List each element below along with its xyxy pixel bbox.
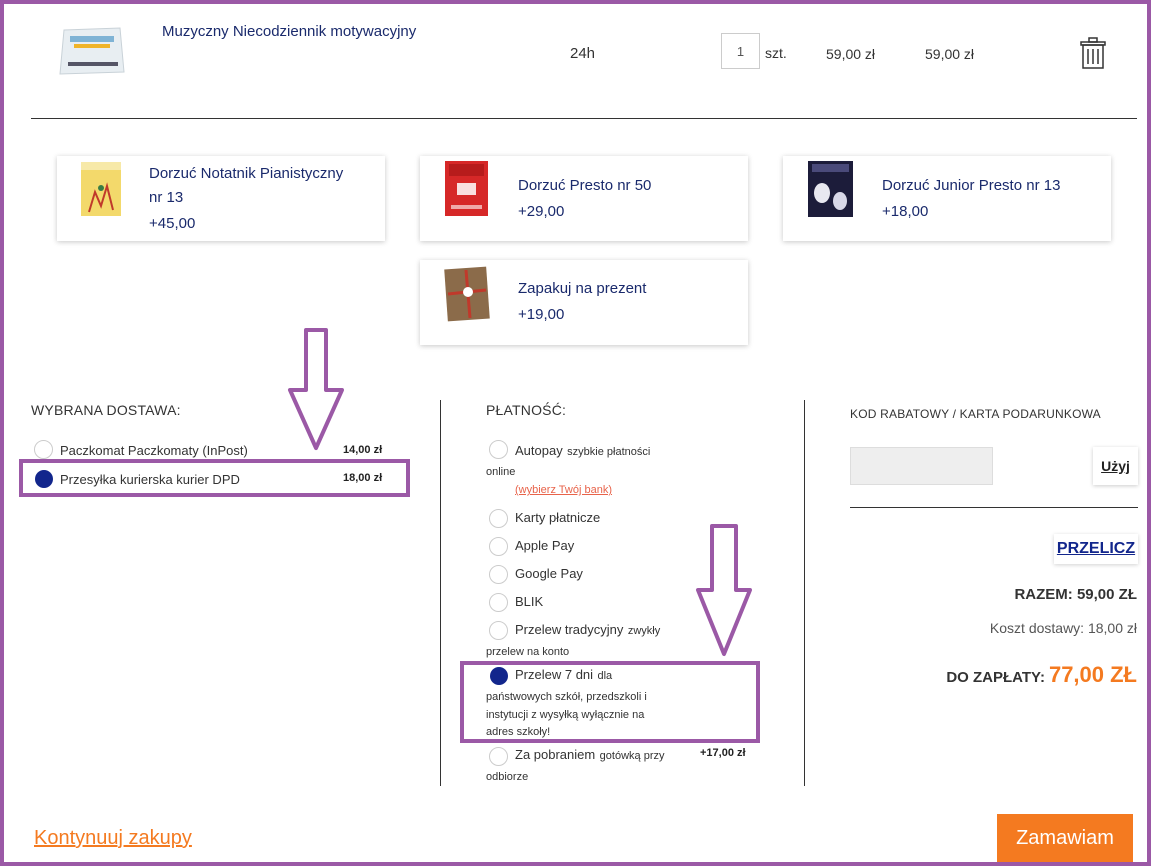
addon-card-presto-50[interactable]: Dorzuć Presto nr 50 +29,00: [420, 156, 748, 241]
payment-radio-cod[interactable]: [489, 747, 508, 766]
choose-bank-link[interactable]: (wybierz Twój bank): [515, 484, 612, 496]
column-divider: [804, 400, 805, 786]
payment-option-price: +17,00 zł: [700, 747, 746, 759]
delivery-time: 24h: [570, 45, 596, 62]
continue-shopping-link[interactable]: Kontynuuj zakupy: [34, 827, 192, 850]
addon-card-junior-presto[interactable]: Dorzuć Junior Presto nr 13 +18,00: [783, 156, 1111, 241]
trash-icon[interactable]: [1079, 37, 1107, 69]
payment-option-label: Przelew 7 dni: [515, 667, 594, 682]
payment-radio-transfer-7-days[interactable]: [490, 667, 508, 685]
divider: [850, 507, 1138, 508]
product-name[interactable]: Muzyczny Niecodziennik motywacyjny: [162, 23, 416, 40]
payment-heading: PŁATNOŚĆ:: [486, 402, 567, 418]
line-total-price: 59,00 zł: [925, 46, 975, 62]
payment-option-transfer[interactable]: Przelew tradycyjny zwykły: [515, 620, 660, 641]
quantity-unit: szt.: [765, 45, 787, 61]
payment-radio-transfer[interactable]: [489, 621, 508, 640]
column-divider: [440, 400, 441, 786]
discount-code-heading: KOD RABATOWY / KARTA PODARUNKOWA: [850, 407, 1101, 421]
delivery-option-price: 14,00 zł: [343, 444, 383, 456]
addon-price: +45,00: [149, 215, 196, 232]
annotation-frame: [0, 0, 1151, 866]
payment-option-label[interactable]: Karty płatnicze: [515, 508, 600, 528]
payment-option-label[interactable]: Google Pay: [515, 564, 583, 584]
amount-due-label: DO ZAPŁATY:: [946, 669, 1045, 686]
payment-option-label: Za pobraniem: [515, 747, 596, 762]
annotation-arrow-icon: [696, 524, 752, 656]
addon-price: +29,00: [518, 203, 565, 220]
subtotal-label: RAZEM: 59,00 ZŁ: [1014, 586, 1137, 603]
payment-radio-blik[interactable]: [489, 593, 508, 612]
payment-option-label: Autopay: [515, 443, 563, 458]
payment-option-sub: gotówką przy: [599, 750, 665, 762]
annotation-arrow-icon: [288, 328, 344, 450]
payment-option-sub: odbiorze: [486, 771, 529, 783]
product-thumbnail: [59, 27, 125, 75]
delivery-radio-paczkomat[interactable]: [34, 440, 53, 459]
delivery-heading: WYBRANA DOSTAWA:: [31, 402, 181, 418]
addon-title-line: Dorzuć Notatnik Pianistyczny: [149, 165, 344, 182]
addon-title-line: nr 13: [149, 189, 184, 206]
addon-title: Zapakuj na prezent: [518, 280, 647, 297]
payment-option-label[interactable]: BLIK: [515, 592, 543, 612]
payment-option-sub: państwowych szkół, przedszkoli i: [486, 691, 647, 703]
gift-icon: [444, 266, 490, 322]
quantity-input[interactable]: [721, 33, 760, 69]
amount-due-value: 77,00 ZŁ: [1048, 662, 1137, 687]
delivery-radio-dpd[interactable]: [35, 470, 53, 488]
payment-option-sub: dla: [597, 670, 613, 682]
notatnik-thumbnail: [81, 162, 121, 216]
unit-price: 59,00 zł: [826, 46, 876, 62]
addon-card-gift-wrap[interactable]: Zapakuj na prezent +19,00: [420, 260, 748, 345]
addon-title: Dorzuć Presto nr 50: [518, 177, 652, 194]
payment-radio-google-pay[interactable]: [489, 565, 508, 584]
delivery-option-label[interactable]: Paczkomat Paczkomaty (InPost): [60, 443, 248, 458]
payment-option-cod[interactable]: Za pobraniem gotówką przy: [515, 745, 664, 766]
delivery-option-label[interactable]: Przesyłka kurierska kurier DPD: [60, 472, 240, 487]
payment-option-sub: adres szkoły!: [486, 726, 551, 738]
payment-radio-autopay[interactable]: [489, 440, 508, 459]
addon-title: Dorzuć Notatnik Pianistyczny nr 13: [149, 162, 343, 210]
payment-option-label: Przelew tradycyjny: [515, 622, 624, 637]
addon-title: Dorzuć Junior Presto nr 13: [882, 177, 1061, 194]
payment-option-sub: zwykły: [627, 625, 661, 637]
delivery-option-price: 18,00 zł: [343, 472, 383, 484]
addon-card-notatnik[interactable]: Dorzuć Notatnik Pianistyczny nr 13 +45,0…: [57, 156, 385, 241]
payment-option-sub: przelew na konto: [486, 646, 570, 658]
payment-option-transfer-7-days[interactable]: Przelew 7 dni dla: [515, 665, 612, 686]
apply-code-button[interactable]: Użyj: [1093, 447, 1138, 485]
payment-option-sub: instytucji z wysyłką wyłącznie na: [486, 709, 645, 721]
recalculate-button[interactable]: PRZELICZ: [1054, 534, 1138, 564]
discount-code-input[interactable]: [850, 447, 993, 485]
junior-presto-thumbnail: [808, 161, 853, 217]
presto-thumbnail: [445, 161, 488, 216]
payment-radio-apple-pay[interactable]: [489, 537, 508, 556]
amount-due: DO ZAPŁATY: 77,00 ZŁ: [946, 662, 1137, 688]
addon-price: +18,00: [882, 203, 929, 220]
place-order-button[interactable]: Zamawiam: [997, 814, 1133, 862]
payment-option-label[interactable]: Apple Pay: [515, 536, 574, 556]
payment-option-sub: online: [486, 466, 516, 478]
payment-option-autopay[interactable]: Autopay szybkie płatności: [515, 441, 650, 462]
payment-radio-cards[interactable]: [489, 509, 508, 528]
shipping-cost-label: Koszt dostawy: 18,00 zł: [989, 620, 1137, 636]
divider: [31, 118, 1137, 119]
payment-option-sub: szybkie płatności: [567, 446, 651, 458]
addon-price: +19,00: [518, 306, 565, 323]
